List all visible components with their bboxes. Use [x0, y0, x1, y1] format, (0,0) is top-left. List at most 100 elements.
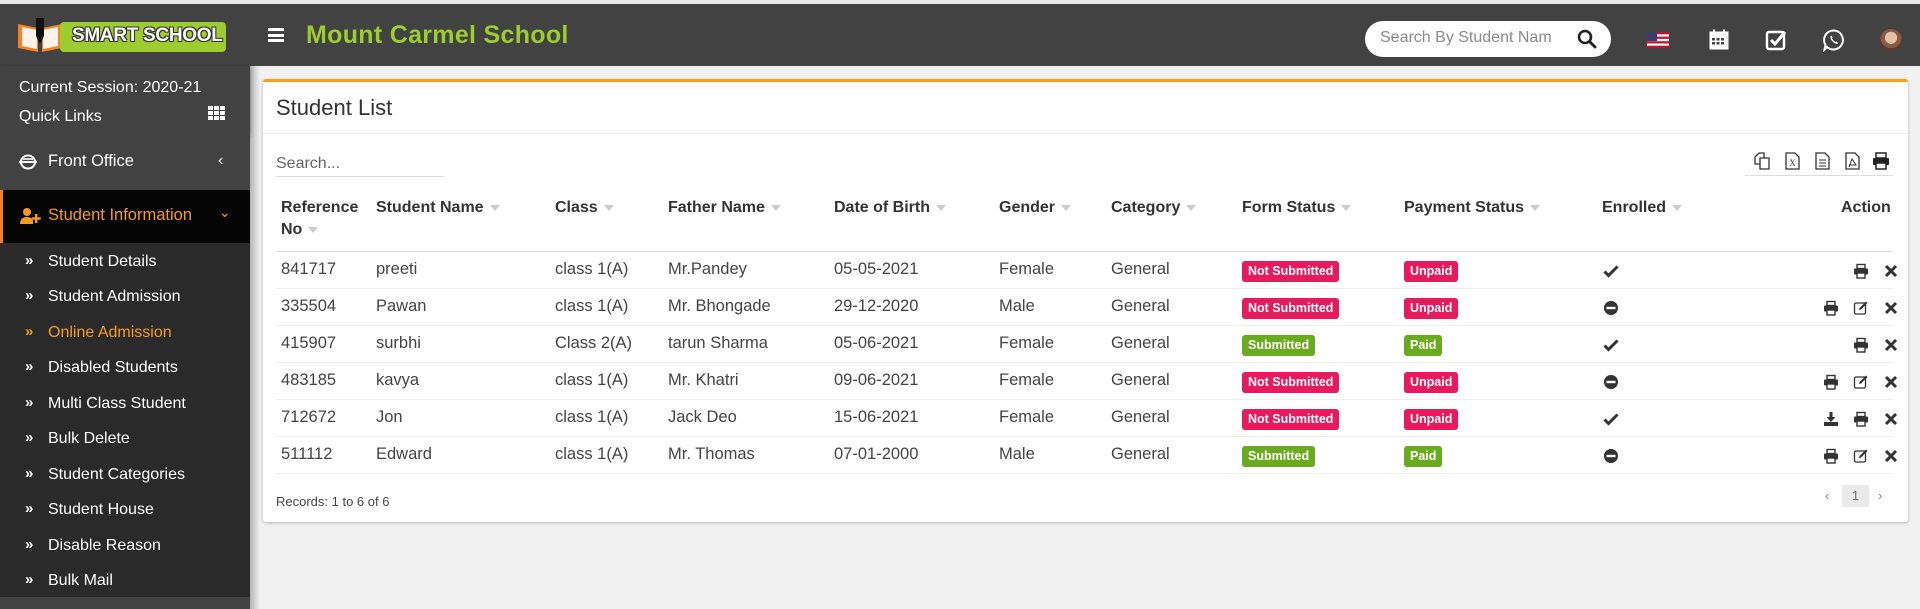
sidebar-subitem-student-categories[interactable]: » Student Categories	[0, 459, 250, 493]
copy-icon[interactable]	[1753, 152, 1771, 170]
cell-father-name: Mr.Pandey	[668, 260, 747, 278]
school-name: Mount Carmel School	[306, 21, 569, 49]
not-enrolled-icon	[1603, 374, 1619, 390]
column-header-reference-no[interactable]: Reference No	[281, 197, 358, 241]
sidebar-subitem-disable-reason[interactable]: » Disable Reason	[0, 530, 250, 564]
delete-icon[interactable]	[1883, 337, 1899, 353]
payment-status-badge: Unpaid	[1404, 409, 1459, 430]
cell-gender: Female	[999, 371, 1055, 389]
column-header-form-status[interactable]: Form Status	[1242, 197, 1352, 219]
pagination-prev[interactable]: ‹	[1825, 488, 1829, 503]
cell-class: class 1(A)	[555, 260, 629, 278]
logo[interactable]: SMART SCHOOL	[16, 16, 226, 56]
sidebar-item-student-information[interactable]: Student Information ⌄	[0, 190, 250, 243]
column-header-class[interactable]: Class	[555, 197, 614, 219]
sidebar-subitem-bulk-mail[interactable]: » Bulk Mail	[0, 565, 250, 599]
download-icon[interactable]	[1823, 411, 1839, 427]
quick-links-grid-icon[interactable]	[208, 106, 225, 120]
payment-status-badge: Unpaid	[1404, 261, 1459, 282]
edit-icon[interactable]	[1853, 374, 1869, 390]
table-row: 712672 Jon class 1(A) Jack Deo 15-06-2021 Fem…	[276, 400, 1898, 437]
column-header-student-name[interactable]: Student Name	[376, 197, 500, 219]
quick-links-label[interactable]: Quick Links	[19, 108, 102, 126]
menu-toggle-icon[interactable]	[268, 28, 284, 42]
pagination-page-1[interactable]: 1	[1842, 485, 1869, 507]
sidebar: Current Session: 2020-21 Quick Links Fro…	[0, 66, 250, 609]
pagination-next[interactable]: ›	[1878, 488, 1882, 503]
edit-icon[interactable]	[1853, 300, 1869, 316]
payment-status-badge: Unpaid	[1404, 372, 1459, 393]
divider	[263, 133, 1908, 134]
print-icon[interactable]	[1853, 263, 1869, 279]
sidebar-subitem-student-admission[interactable]: » Student Admission	[0, 281, 250, 315]
header-label: No	[281, 221, 303, 238]
column-header-dob[interactable]: Date of Birth	[834, 197, 946, 219]
cell-reference-no: 712672	[281, 408, 337, 426]
print-icon[interactable]	[1872, 152, 1890, 170]
calendar-icon[interactable]	[1707, 28, 1731, 52]
delete-icon[interactable]	[1883, 411, 1899, 427]
delete-icon[interactable]	[1883, 300, 1899, 316]
cell-father-name: tarun Sharma	[668, 334, 768, 352]
table-row: 415907 surbhi Class 2(A) tarun Sharma 05-06-…	[276, 326, 1898, 363]
student-search-input[interactable]	[1380, 29, 1552, 47]
print-icon[interactable]	[1823, 448, 1839, 464]
edit-icon[interactable]	[1853, 448, 1869, 464]
delete-icon[interactable]	[1883, 374, 1899, 390]
form-status-badge: Not Submitted	[1242, 372, 1340, 393]
pdf-icon[interactable]	[1843, 152, 1861, 170]
print-icon[interactable]	[1823, 300, 1839, 316]
cell-dob: 29-12-2020	[834, 297, 919, 315]
csv-icon[interactable]	[1813, 152, 1831, 170]
pagination: ‹ 1 ›	[1825, 485, 1895, 509]
user-plus-icon	[20, 208, 41, 224]
sidebar-subitem-online-admission[interactable]: » Online Admission	[0, 317, 250, 351]
cell-dob: 07-01-2000	[834, 445, 919, 463]
cell-category: General	[1111, 297, 1170, 315]
current-session[interactable]: Current Session: 2020-21	[19, 79, 201, 97]
print-icon[interactable]	[1853, 337, 1869, 353]
table-search-input[interactable]	[276, 151, 444, 177]
whatsapp-icon[interactable]	[1822, 28, 1846, 52]
column-header-payment-status[interactable]: Payment Status	[1404, 197, 1541, 219]
sort-icon	[1672, 204, 1683, 211]
sidebar-subitem-student-house[interactable]: » Student House	[0, 494, 250, 528]
column-header-gender[interactable]: Gender	[999, 197, 1072, 219]
task-check-icon[interactable]	[1764, 28, 1788, 52]
user-avatar[interactable]	[1880, 29, 1902, 51]
cell-dob: 05-06-2021	[834, 334, 919, 352]
print-icon[interactable]	[1853, 411, 1869, 427]
column-header-enrolled[interactable]: Enrolled	[1602, 197, 1683, 219]
cell-category: General	[1111, 334, 1170, 352]
sidebar-subitem-student-details[interactable]: » Student Details	[0, 246, 250, 280]
sidebar-subitem-disabled-students[interactable]: » Disabled Students	[0, 352, 250, 386]
sidebar-item-front-office[interactable]: Front Office ‹	[0, 134, 250, 190]
records-info: Records: 1 to 6 of 6	[276, 494, 390, 509]
sidebar-next-section	[0, 597, 250, 609]
sidebar-subitem-bulk-delete[interactable]: » Bulk Delete	[0, 423, 250, 457]
excel-icon[interactable]: X	[1783, 152, 1801, 170]
enrolled-check-icon	[1603, 337, 1619, 353]
cell-reference-no: 841717	[281, 260, 337, 278]
double-chevron-right-icon: »	[25, 252, 34, 269]
table-row: 335504 Pawan class 1(A) Mr. Bhongade 29-12-2…	[276, 289, 1898, 326]
delete-icon[interactable]	[1883, 263, 1899, 279]
column-header-father-name[interactable]: Father Name	[668, 197, 781, 219]
cell-father-name: Mr. Bhongade	[668, 297, 771, 315]
column-header-category[interactable]: Category	[1111, 197, 1197, 219]
print-icon[interactable]	[1823, 374, 1839, 390]
cell-dob: 05-05-2021	[834, 260, 919, 278]
search-icon[interactable]	[1577, 29, 1597, 49]
us-flag-icon[interactable]	[1646, 28, 1670, 52]
student-search-box	[1365, 21, 1611, 57]
header-label: Reference	[281, 199, 359, 216]
table-row: 483185 kavya class 1(A) Mr. Khatri 09-06-202…	[276, 363, 1898, 400]
delete-icon[interactable]	[1883, 448, 1899, 464]
sidebar-subitem-multi-class-student[interactable]: » Multi Class Student	[0, 388, 250, 422]
cell-category: General	[1111, 445, 1170, 463]
session-panel: Current Session: 2020-21 Quick Links	[0, 66, 250, 134]
logo-pill: SMART SCHOOL	[60, 22, 226, 52]
sidebar-shadow	[250, 66, 260, 609]
form-status-badge: Not Submitted	[1242, 261, 1340, 282]
sidebar-subitem-label: Student Admission	[48, 288, 181, 305]
